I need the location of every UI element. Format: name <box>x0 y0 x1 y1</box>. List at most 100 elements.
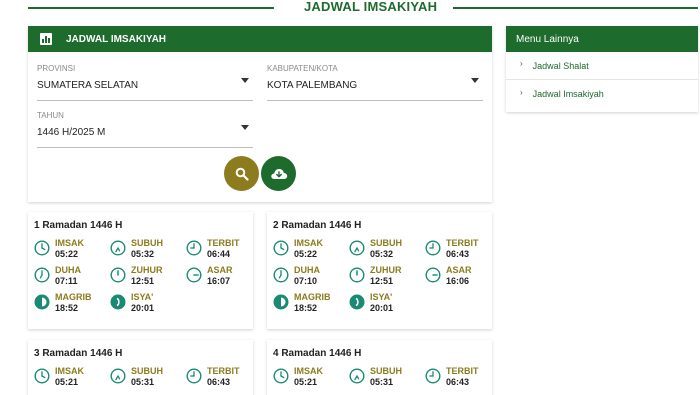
filter-panel-header: JADWAL IMSAKIYAH <box>28 26 492 52</box>
prayer-time-imsak: IMSAK 05:21 <box>273 366 353 390</box>
sidebar-item-jadwal-shalat[interactable]: › Jadwal Shalat <box>506 52 698 80</box>
day-title: 4 Ramadan 1446 H <box>273 348 362 359</box>
tahun-label: TAHUN <box>37 111 64 120</box>
dropdown-arrow-icon <box>241 125 249 130</box>
prayer-time-imsak: IMSAK 05:22 <box>273 238 353 262</box>
prayer-time-value: 18:52 <box>55 303 79 313</box>
clock-icon <box>34 240 50 256</box>
prayer-time-value: 05:32 <box>370 249 394 259</box>
prayer-time-terbit: TERBIT 06:43 <box>186 366 266 390</box>
prayer-name: SUBUH <box>370 238 403 248</box>
download-button[interactable] <box>261 156 296 191</box>
zuhur-icon <box>110 267 126 283</box>
search-icon <box>235 167 249 181</box>
kabupaten-value: KOTA PALEMBANG <box>267 80 358 91</box>
duha-icon <box>34 267 50 283</box>
prayer-name: IMSAK <box>55 366 84 376</box>
sidebar-item-label: Jadwal Shalat <box>532 60 589 71</box>
magrib-icon <box>273 294 289 310</box>
prayer-name: ASAR <box>446 265 472 275</box>
magrib-icon <box>34 294 50 310</box>
prayer-time-subuh: SUBUH 05:31 <box>110 366 190 390</box>
prayer-time-subuh: SUBUH 05:32 <box>349 238 429 262</box>
prayer-name: ISYA' <box>370 292 393 302</box>
search-button[interactable] <box>224 156 259 191</box>
prayer-name: SUBUH <box>131 366 164 376</box>
subuh-icon <box>349 368 365 384</box>
page-header: JADWAL IMSAKIYAH <box>28 0 698 18</box>
prayer-name: ISYA' <box>131 292 154 302</box>
prayer-time-zuhur: ZUHUR 12:51 <box>110 265 190 289</box>
filter-panel-title: JADWAL IMSAKIYAH <box>66 33 167 45</box>
prayer-time-value: 12:51 <box>370 276 394 286</box>
asar-icon <box>186 267 202 283</box>
prayer-time-subuh: SUBUH 05:32 <box>110 238 190 262</box>
prayer-time-terbit: TERBIT 06:43 <box>425 238 505 262</box>
kabupaten-label: KABUPATEN/KOTA <box>267 64 338 73</box>
prayer-time-duha: DUHA 07:10 <box>273 265 353 289</box>
day-title: 2 Ramadan 1446 H <box>273 220 362 231</box>
prayer-time-value: 06:43 <box>446 249 470 259</box>
provinsi-value: SUMATERA SELATAN <box>37 80 139 91</box>
tahun-select[interactable]: TAHUN 1446 H/2025 M <box>37 111 253 148</box>
prayer-name: TERBIT <box>446 238 479 248</box>
prayer-name: IMSAK <box>55 238 84 248</box>
sidebar-item-jadwal-imsakiyah[interactable]: › Jadwal Imsakiyah <box>506 80 698 108</box>
prayer-name: TERBIT <box>207 366 240 376</box>
prayer-time-zuhur: ZUHUR 12:51 <box>349 265 429 289</box>
prayer-time-magrib: MAGRIB 18:52 <box>273 292 353 316</box>
prayer-time-isya: ISYA' 20:01 <box>110 292 190 316</box>
terbit-icon <box>186 240 202 256</box>
terbit-icon <box>186 368 202 384</box>
filter-panel: JADWAL IMSAKIYAH PROVINSI SUMATERA SELAT… <box>28 26 492 202</box>
clock-icon <box>34 368 50 384</box>
prayer-time-value: 05:22 <box>294 249 318 259</box>
prayer-time-duha: DUHA 07:11 <box>34 265 114 289</box>
prayer-time-isya: ISYA' 20:01 <box>349 292 429 316</box>
prayer-name: ASAR <box>207 265 233 275</box>
prayer-time-asar: ASAR 16:07 <box>186 265 266 289</box>
prayer-time-terbit: TERBIT 06:43 <box>425 366 505 390</box>
day-card: 2 Ramadan 1446 H IMSAK 05:22 SUBUH 05:32 TER… <box>267 212 492 329</box>
prayer-name: DUHA <box>55 265 81 275</box>
prayer-name: IMSAK <box>294 366 323 376</box>
header-divider-left <box>28 7 274 9</box>
bar-chart-icon <box>40 33 52 45</box>
terbit-icon <box>425 368 441 384</box>
prayer-time-value: 06:44 <box>207 249 231 259</box>
day-card: 4 Ramadan 1446 H IMSAK 05:21 SUBUH 05:31 TER… <box>267 340 492 395</box>
prayer-time-value: 05:22 <box>55 249 79 259</box>
sidebar-title: Menu Lainnya <box>506 26 698 52</box>
kabupaten-select[interactable]: KABUPATEN/KOTA KOTA PALEMBANG <box>267 64 483 101</box>
prayer-time-value: 12:51 <box>131 276 155 286</box>
clock-icon <box>273 240 289 256</box>
prayer-time-value: 20:01 <box>131 303 155 313</box>
header-divider-right <box>453 7 698 9</box>
prayer-name: TERBIT <box>207 238 240 248</box>
prayer-time-imsak: IMSAK 05:21 <box>34 366 114 390</box>
sidebar-item-label: Jadwal Imsakiyah <box>532 89 604 99</box>
prayer-time-value: 16:07 <box>207 276 231 286</box>
prayer-name: SUBUH <box>370 366 403 376</box>
prayer-name: MAGRIB <box>55 292 92 302</box>
sidebar-menu: Menu Lainnya › Jadwal Shalat › Jadwal Im… <box>506 26 698 112</box>
prayer-time-value: 05:31 <box>370 377 394 387</box>
prayer-time-value: 20:01 <box>370 303 394 313</box>
subuh-icon <box>349 240 365 256</box>
prayer-time-value: 07:10 <box>294 276 318 286</box>
prayer-time-value: 05:31 <box>131 377 155 387</box>
prayer-time-subuh: SUBUH 05:31 <box>349 366 429 390</box>
prayer-name: DUHA <box>294 265 320 275</box>
chevron-right-icon: › <box>520 59 523 68</box>
provinsi-label: PROVINSI <box>37 64 76 73</box>
isya-icon <box>349 294 365 310</box>
prayer-name: SUBUH <box>131 238 164 248</box>
prayer-time-value: 18:52 <box>294 303 318 313</box>
duha-icon <box>273 267 289 283</box>
dropdown-arrow-icon <box>471 78 479 83</box>
zuhur-icon <box>349 267 365 283</box>
provinsi-select[interactable]: PROVINSI SUMATERA SELATAN <box>37 64 253 101</box>
prayer-time-value: 05:21 <box>55 377 79 387</box>
prayer-time-asar: ASAR 16:06 <box>425 265 505 289</box>
prayer-name: TERBIT <box>446 366 479 376</box>
